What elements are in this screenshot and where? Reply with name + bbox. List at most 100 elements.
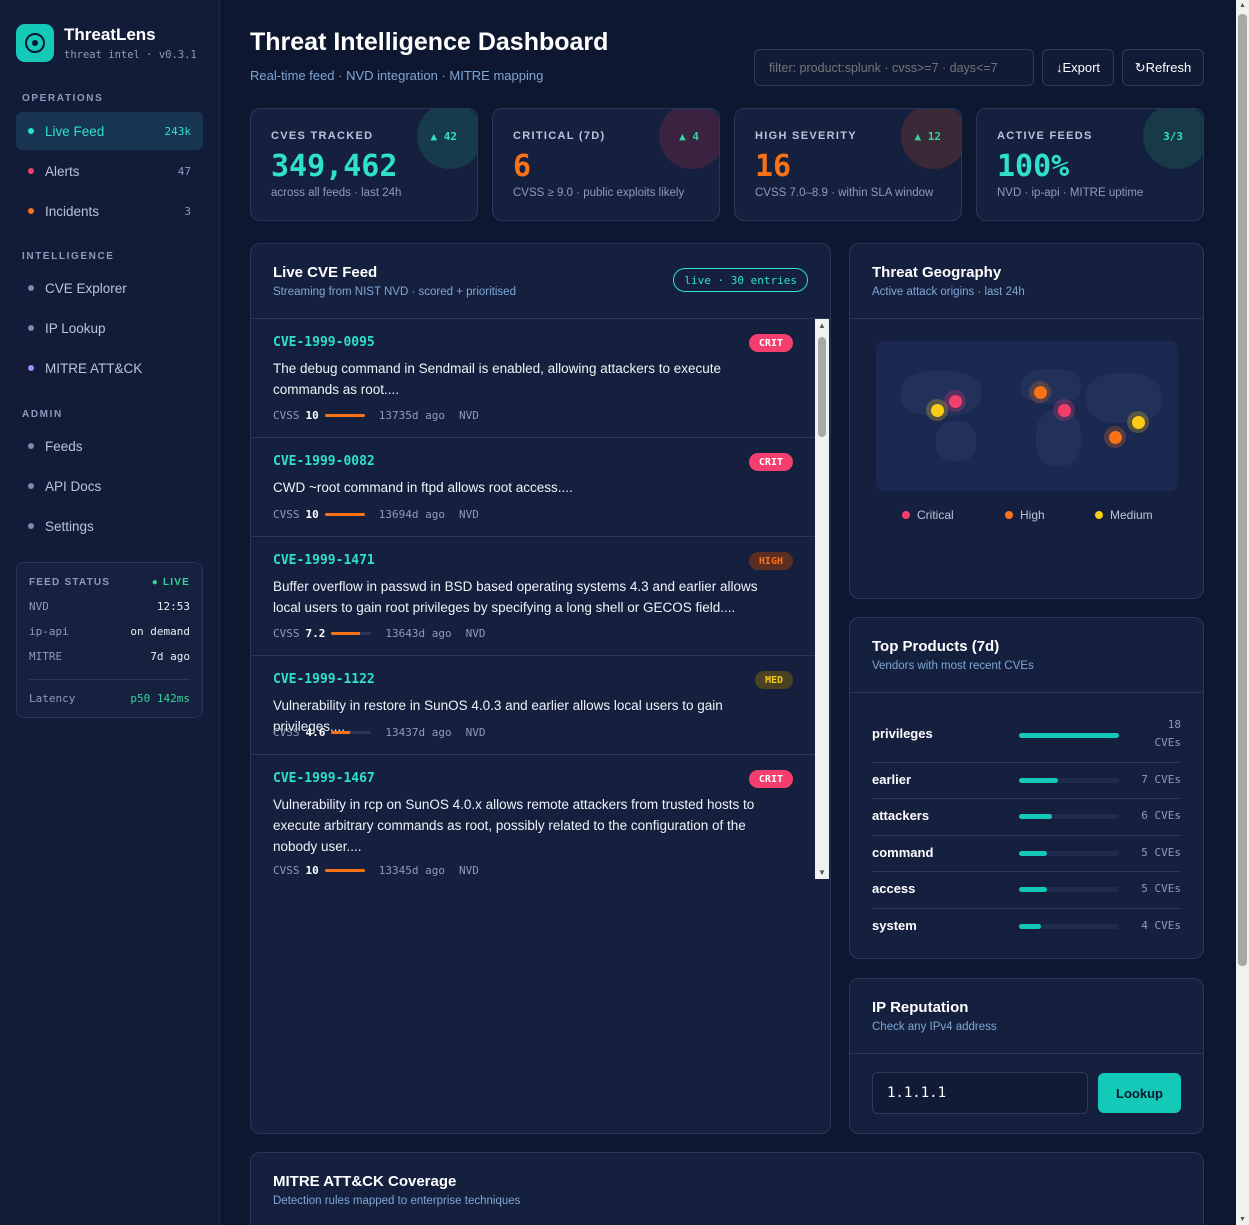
world-map[interactable] <box>876 341 1178 491</box>
cve-meta: CVSS 7.2 13643d ago NVD <box>273 627 485 640</box>
sidebar-item-mitre[interactable]: MITRE ATT&CK <box>16 349 203 387</box>
sidebar-item-live-feed[interactable]: Live Feed 243k <box>16 112 203 150</box>
sidebar: ThreatLens threat intel · v0.3.1 OPERATI… <box>0 0 220 1225</box>
sidebar-item-cve-explorer[interactable]: CVE Explorer <box>16 269 203 307</box>
cve-id-link[interactable]: CVE-1999-0095 <box>273 335 375 350</box>
kpi-label: ACTIVE FEEDS <box>997 130 1093 142</box>
product-count: 7 CVEs <box>1141 771 1181 789</box>
cve-meta: CVSS 10 13694d ago NVD <box>273 508 479 521</box>
count-unit: CVEs <box>1154 919 1182 932</box>
cve-item[interactable]: CVE-1999-0082 CRIT CWD ~root command in … <box>251 438 815 537</box>
live-feed-dot-icon <box>28 128 34 134</box>
count-value: 7 <box>1141 773 1148 786</box>
kpi-value: 16 <box>755 149 792 184</box>
filter-input[interactable] <box>754 49 1034 86</box>
feed-status-card: FEED STATUS ● LIVE NVD 12:53 ip-api on d… <box>16 562 203 718</box>
severity-badge: CRIT <box>748 334 793 352</box>
product-name: privileges <box>872 726 933 741</box>
cve-description: Vulnerability in rcp on SunOS 4.0.x allo… <box>273 797 755 854</box>
count-unit: CVEs <box>1154 882 1182 895</box>
product-name: access <box>872 881 916 896</box>
product-row[interactable]: access 5 CVEs <box>872 872 1181 909</box>
cve-item[interactable]: CVE-1999-1122 MED Vulnerability in resto… <box>251 656 815 755</box>
refresh-button[interactable]: ↻Refresh <box>1122 49 1204 86</box>
cve-description: CWD ~root command in ftpd allows root ac… <box>273 480 573 495</box>
attack-origin-marker[interactable] <box>1104 426 1126 448</box>
feed-status-row: MITRE 7d ago <box>29 650 190 663</box>
live-indicator: ● LIVE <box>151 577 190 588</box>
sidebar-item-feeds[interactable]: Feeds <box>16 427 203 465</box>
product-bar <box>1019 851 1119 856</box>
kpi-note: CVSS 7.0–8.9 · within SLA window <box>755 187 934 199</box>
attack-origin-marker[interactable] <box>944 390 966 412</box>
panel-subtitle: Active attack origins · last 24h <box>872 286 1025 298</box>
feed-scrollbar[interactable]: ▲ ▼ <box>815 319 829 879</box>
scroll-down-icon[interactable]: ▼ <box>1239 1216 1246 1223</box>
product-bar <box>1019 733 1119 738</box>
kpi-active-feeds[interactable]: ACTIVE FEEDS 3/3 100% NVD · ip-api · MIT… <box>976 108 1204 221</box>
attack-origin-marker[interactable] <box>1127 411 1149 433</box>
scrollbar-thumb[interactable] <box>1238 14 1247 966</box>
cvss-bar <box>324 414 365 417</box>
scroll-up-icon[interactable]: ▲ <box>818 321 826 330</box>
cve-age: 13694d ago <box>378 508 445 521</box>
export-button[interactable]: ↓Export <box>1042 49 1114 86</box>
kpi-note: CVSS ≥ 9.0 · public exploits likely <box>513 187 685 199</box>
landmass <box>936 421 976 461</box>
latency-value: p50 142ms <box>130 692 190 705</box>
kpi-cves-tracked[interactable]: CVES TRACKED ▲ 42 349,462 across all fee… <box>250 108 478 221</box>
sidebar-item-label: IP Lookup <box>45 320 106 336</box>
count-unit: CVEs <box>1154 809 1182 822</box>
product-row[interactable]: privileges 18 CVEs <box>872 716 1181 763</box>
sidebar-item-label: MITRE ATT&CK <box>45 360 143 376</box>
cvss-score: 7.2 <box>305 627 326 640</box>
cvss-bar <box>331 731 372 734</box>
kpi-high-severity[interactable]: HIGH SEVERITY ▲ 12 16 CVSS 7.0–8.9 · wit… <box>734 108 962 221</box>
sidebar-item-alerts[interactable]: Alerts 47 <box>16 152 203 190</box>
sidebar-item-ip-lookup[interactable]: IP Lookup <box>16 309 203 347</box>
mitre-dot-icon <box>28 365 34 371</box>
cve-item[interactable]: CVE-1999-0095 CRIT The debug command in … <box>251 319 815 438</box>
feed-value: 12:53 <box>156 600 190 613</box>
kpi-critical[interactable]: CRITICAL (7D) ▲ 4 6 CVSS ≥ 9.0 · public … <box>492 108 720 221</box>
cve-item[interactable]: CVE-1999-1471 HIGH Buffer overflow in pa… <box>251 537 815 656</box>
cve-id-link[interactable]: CVE-1999-1122 <box>273 672 375 687</box>
product-row[interactable]: earlier 7 CVEs <box>872 763 1181 799</box>
cve-item[interactable]: CVE-1999-1467 CRIT Vulnerability in rcp … <box>251 755 815 879</box>
scroll-up-icon[interactable]: ▲ <box>1239 2 1246 9</box>
product-bar <box>1019 924 1119 929</box>
kpi-delta: ▲ 4 <box>679 130 699 143</box>
sidebar-item-count: 47 <box>177 164 191 178</box>
feed-status-row: NVD 12:53 <box>29 600 190 613</box>
count-value: 5 <box>1141 846 1148 859</box>
cvss-score: 4.6 <box>305 726 326 739</box>
brand[interactable]: ThreatLens threat intel · v0.3.1 <box>16 24 197 62</box>
product-name: earlier <box>872 772 912 787</box>
scroll-down-icon[interactable]: ▼ <box>818 868 826 877</box>
attack-origin-marker[interactable] <box>1029 381 1051 403</box>
cve-feed-list[interactable]: CVE-1999-0095 CRIT The debug command in … <box>251 319 815 879</box>
cve-id-link[interactable]: CVE-1999-1471 <box>273 553 375 568</box>
ip-address-input[interactable] <box>872 1072 1088 1114</box>
cve-id-link[interactable]: CVE-1999-0082 <box>273 454 375 469</box>
lookup-button[interactable]: Lookup <box>1098 1073 1181 1113</box>
sidebar-item-api-docs[interactable]: API Docs <box>16 467 203 505</box>
count-unit: CVEs <box>1154 846 1182 859</box>
product-row[interactable]: system 4 CVEs <box>872 909 1181 945</box>
count-value: 4 <box>1141 919 1148 932</box>
settings-dot-icon <box>28 523 34 529</box>
kpi-delta: 3/3 <box>1163 130 1183 143</box>
product-row[interactable]: attackers 6 CVEs <box>872 799 1181 836</box>
brand-name: ThreatLens <box>64 25 156 44</box>
sidebar-item-incidents[interactable]: Incidents 3 <box>16 192 203 230</box>
page-scrollbar[interactable]: ▲ ▼ <box>1236 0 1249 1225</box>
cvss-bar <box>324 869 365 872</box>
divider <box>29 679 190 680</box>
feed-status-row: ip-api on demand <box>29 625 190 638</box>
product-row[interactable]: command 5 CVEs <box>872 836 1181 872</box>
scrollbar-thumb[interactable] <box>818 337 826 437</box>
attack-origin-marker[interactable] <box>1053 399 1075 421</box>
sidebar-item-settings[interactable]: Settings <box>16 507 203 545</box>
cve-source: NVD <box>458 864 479 877</box>
cve-id-link[interactable]: CVE-1999-1467 <box>273 771 375 786</box>
